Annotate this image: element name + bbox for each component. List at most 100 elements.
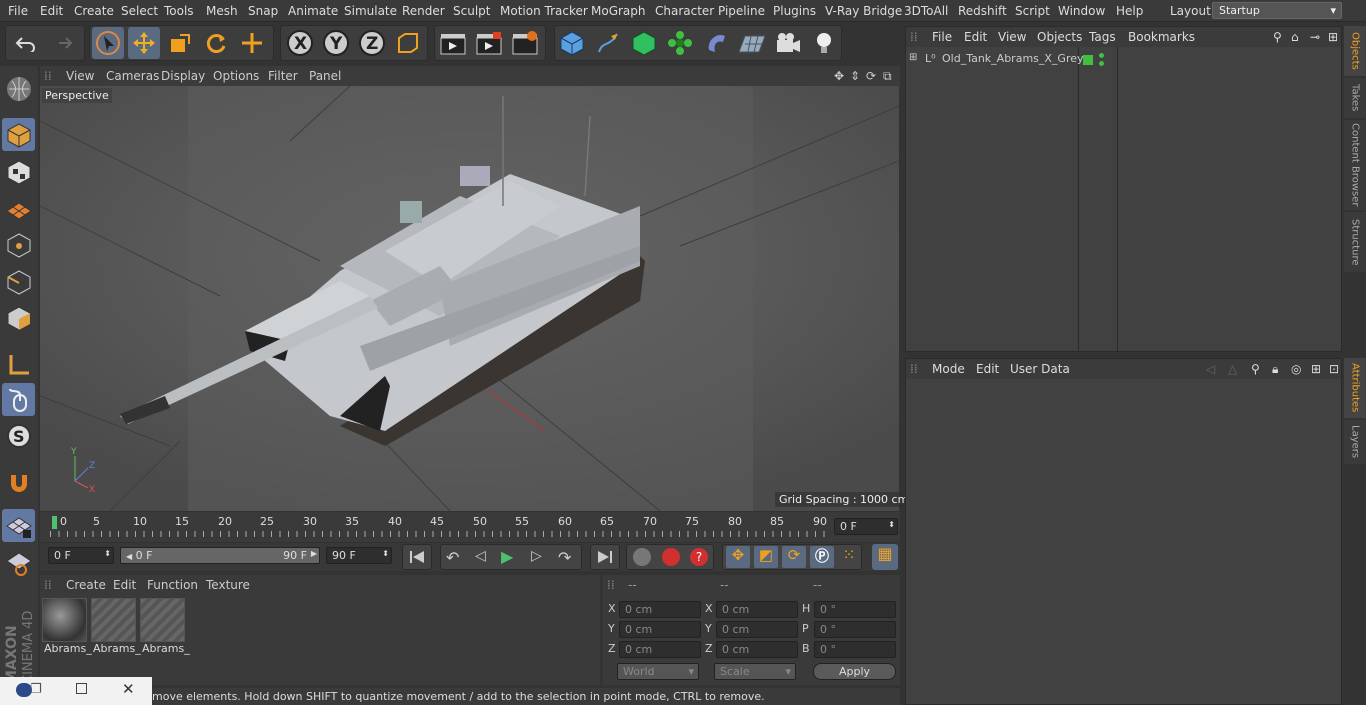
expand-icon[interactable]: ⊞ — [909, 52, 917, 63]
pan-icon[interactable]: ✥ — [834, 69, 844, 83]
cube-button[interactable] — [556, 27, 588, 59]
restore-icon[interactable]: ❐ — [30, 682, 42, 697]
viewport-3d[interactable]: Y Z X — [40, 86, 899, 511]
search-icon[interactable]: ⚲ — [1251, 362, 1260, 376]
lock-icon[interactable]: 🔒︎ — [1272, 362, 1278, 377]
menu-render[interactable]: Render — [402, 4, 445, 18]
size-mode-select[interactable]: Scale ▾ — [714, 663, 796, 680]
material-menu-function[interactable]: Function — [147, 578, 198, 592]
redo-button[interactable] — [46, 27, 78, 59]
menu-pipeline[interactable]: Pipeline — [718, 4, 765, 18]
menu-snap[interactable]: Snap — [248, 4, 278, 18]
target-icon[interactable]: ◎ — [1291, 362, 1301, 376]
objects-menu-tags[interactable]: Tags — [1089, 30, 1116, 44]
rotation-h-field[interactable]: 0 ° — [814, 601, 896, 618]
position-z-field[interactable]: 0 cm — [619, 641, 701, 658]
attr-menu-edit[interactable]: Edit — [976, 362, 999, 376]
layout-select[interactable]: Startup ▾ — [1212, 2, 1342, 19]
key-position-icon[interactable]: ✥ — [726, 546, 750, 568]
menu-mograph[interactable]: MoGraph — [591, 4, 646, 18]
key-rotation-icon[interactable]: ⟳ — [782, 546, 806, 568]
render-visibility-icon[interactable] — [1099, 61, 1104, 66]
maximize-icon[interactable] — [76, 683, 87, 694]
menu-tools[interactable]: Tools — [164, 4, 194, 18]
timeline-window-icon[interactable]: ▦ — [872, 544, 898, 570]
size-z-field[interactable]: 0 cm — [716, 641, 798, 658]
undo-button[interactable] — [10, 27, 42, 59]
menu-window[interactable]: Window — [1058, 4, 1105, 18]
autokey-help-icon[interactable]: ? — [690, 548, 708, 566]
play-icon[interactable]: ▶ — [501, 547, 513, 566]
objects-menu-file[interactable]: File — [932, 30, 952, 44]
workplane-button[interactable] — [2, 191, 35, 224]
viewport-menu-display[interactable]: Display — [161, 69, 205, 83]
up-arrow-icon[interactable]: △ — [1228, 362, 1237, 376]
key-parameter-icon[interactable]: Ⓟ — [810, 546, 834, 568]
go-to-end-button[interactable] — [590, 544, 620, 570]
menu-help[interactable]: Help — [1116, 4, 1143, 18]
z-axis-button[interactable]: Z — [356, 27, 388, 59]
current-frame-field[interactable]: 0 F ⬍ — [834, 518, 898, 535]
menu-file[interactable]: File — [8, 4, 28, 18]
frame-range-slider[interactable]: ◀ 0 F 90 F ▶ — [120, 547, 320, 564]
objects-menu-bookmarks[interactable]: Bookmarks — [1128, 30, 1195, 44]
tab-content-browser[interactable]: Content Browser — [1344, 120, 1366, 210]
tweak-mode-button[interactable] — [2, 383, 35, 416]
viewport-menu-options[interactable]: Options — [213, 69, 259, 83]
editor-visibility-icon[interactable] — [1099, 53, 1104, 58]
prev-key-icon[interactable]: ↶ — [446, 548, 459, 567]
menu-select[interactable]: Select — [121, 4, 158, 18]
move-tool-button[interactable] — [128, 27, 160, 59]
menu-script[interactable]: Script — [1015, 4, 1050, 18]
quantize-button[interactable] — [2, 546, 35, 579]
y-axis-button[interactable]: Y — [320, 27, 352, 59]
record-icon[interactable] — [662, 548, 680, 566]
tab-objects[interactable]: Objects — [1344, 26, 1366, 76]
attr-menu-mode[interactable]: Mode — [932, 362, 965, 376]
menu-plugins[interactable]: Plugins — [773, 4, 816, 18]
material-swatch[interactable] — [140, 598, 185, 642]
tab-structure[interactable]: Structure — [1344, 212, 1366, 272]
home-icon[interactable]: ⌂ — [1291, 30, 1299, 44]
dolly-icon[interactable]: ⇕ — [850, 69, 860, 83]
select-tool-button[interactable] — [92, 27, 124, 59]
rotation-p-field[interactable]: 0 ° — [814, 621, 896, 638]
rotate-tool-button[interactable] — [200, 27, 232, 59]
model-mode-button[interactable] — [2, 118, 35, 151]
new-window-icon[interactable]: ⊞ — [1328, 30, 1338, 44]
scale-tool-button[interactable] — [164, 27, 196, 59]
texture-mode-button[interactable] — [2, 155, 35, 188]
enable-grid-snap-button[interactable] — [2, 509, 35, 542]
menu-mesh[interactable]: Mesh — [206, 4, 238, 18]
keyframe-icon[interactable] — [633, 548, 651, 566]
orbit-icon[interactable]: ⟳ — [866, 69, 876, 83]
tab-attributes[interactable]: Attributes — [1344, 358, 1366, 418]
position-x-field[interactable]: 0 cm — [619, 601, 701, 618]
rotation-b-field[interactable]: 0 ° — [814, 641, 896, 658]
polygons-mode-button[interactable] — [2, 301, 35, 334]
viewport-menu-cameras[interactable]: Cameras — [106, 69, 159, 83]
maximize-view-icon[interactable]: ⧉ — [883, 69, 892, 84]
tab-layers[interactable]: Layers — [1344, 420, 1366, 464]
make-editable-button[interactable] — [2, 72, 35, 105]
start-frame-field[interactable]: 0 F ⬍ — [48, 547, 114, 564]
axis-mode-button[interactable] — [2, 348, 35, 381]
viewport-menu-panel[interactable]: Panel — [309, 69, 341, 83]
close-icon[interactable]: ✕ — [122, 680, 135, 698]
go-to-start-button[interactable] — [402, 544, 432, 570]
object-row[interactable]: ⊞ L⁰ Old_Tank_Abrams_X_Grey — [906, 51, 1084, 69]
menu-vray-bridge[interactable]: V-Ray Bridge — [825, 4, 902, 18]
menu-sculpt[interactable]: Sculpt — [453, 4, 490, 18]
spline-pen-button[interactable] — [592, 27, 624, 59]
edges-mode-button[interactable] — [2, 265, 35, 298]
tab-takes[interactable]: Takes — [1344, 78, 1366, 118]
next-key-icon[interactable]: ↷ — [558, 548, 571, 567]
key-pla-icon[interactable]: ⁙ — [838, 546, 860, 568]
apply-button[interactable]: Apply — [813, 663, 896, 680]
points-mode-button[interactable] — [2, 228, 35, 261]
snap-button[interactable] — [2, 466, 35, 499]
prev-frame-icon[interactable]: ◁ — [475, 548, 486, 564]
next-frame-icon[interactable]: ▷ — [531, 548, 542, 564]
playhead[interactable] — [52, 516, 57, 529]
menu-redshift[interactable]: Redshift — [958, 4, 1007, 18]
